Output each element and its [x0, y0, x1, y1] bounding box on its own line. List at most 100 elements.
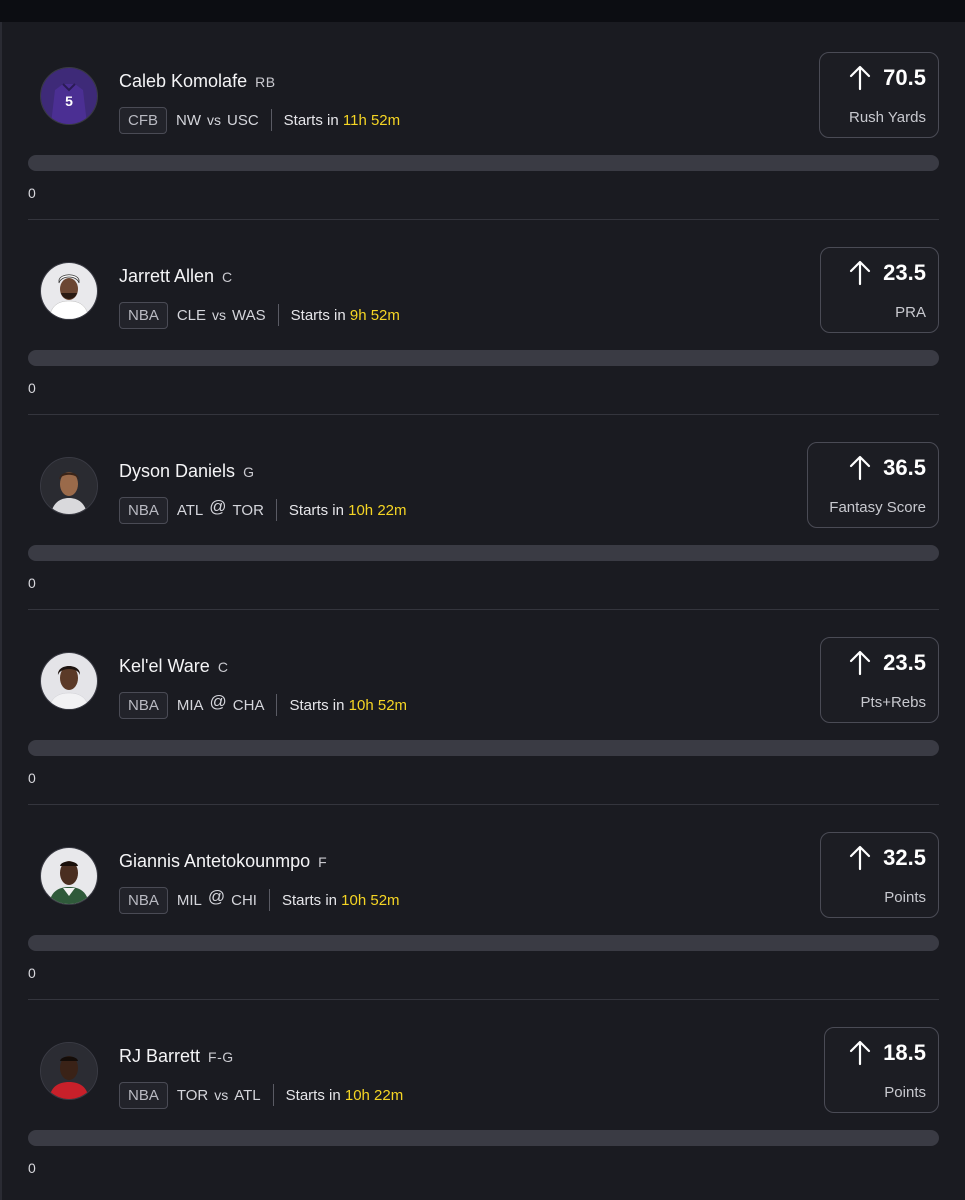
- matchup-separator: @: [207, 887, 226, 906]
- projection-button[interactable]: 36.5 Fantasy Score: [807, 442, 939, 528]
- league-badge: NBA: [119, 1081, 168, 1109]
- stat-type: Points: [884, 1084, 926, 1101]
- starts-label: Starts in: [283, 111, 339, 129]
- stat-type: PRA: [895, 304, 926, 321]
- player-avatar: [40, 652, 98, 710]
- player-position: G: [243, 464, 255, 480]
- start-time: Starts in 10h 22m: [289, 502, 407, 519]
- player-position: C: [222, 269, 233, 285]
- league-badge: NBA: [119, 496, 168, 524]
- projection-button[interactable]: 23.5 Pts+Rebs: [820, 637, 939, 723]
- arrow-up-icon: [850, 260, 871, 286]
- starts-label: Starts in: [288, 501, 344, 519]
- start-time: Starts in 10h 52m: [289, 697, 407, 714]
- player-name: Giannis Antetokounmpo: [119, 851, 311, 871]
- divider: [272, 1084, 274, 1106]
- league-badge: NBA: [119, 301, 168, 329]
- progress-bar: [28, 740, 939, 756]
- team: ATL: [176, 501, 204, 519]
- player-name: Dyson Daniels: [119, 461, 236, 481]
- divider: [270, 109, 272, 131]
- matchup: NW vs USC: [176, 112, 259, 129]
- league-badge: CFB: [119, 106, 167, 134]
- player-avatar: [40, 457, 98, 515]
- matchup-separator: @: [209, 497, 227, 516]
- starts-countdown: 10h 52m: [348, 696, 408, 714]
- player-name: Caleb Komolafe: [119, 71, 248, 91]
- top-bar: [0, 0, 965, 22]
- matchup: MIA @ CHA: [176, 692, 265, 715]
- starts-countdown: 10h 52m: [341, 891, 400, 909]
- divider: [275, 499, 277, 521]
- opponent: CHI: [231, 891, 257, 909]
- matchup-separator: vs: [207, 112, 221, 128]
- arrow-up-icon: [850, 455, 871, 481]
- opponent: WAS: [232, 306, 266, 324]
- matchup: ATL @ TOR: [176, 497, 264, 520]
- arrow-up-icon: [850, 650, 871, 676]
- line-value: 32.5: [883, 845, 926, 870]
- line-value: 70.5: [883, 65, 926, 90]
- stat-type: Rush Yards: [849, 109, 926, 126]
- starts-countdown: 11h 52m: [342, 111, 401, 129]
- starts-label: Starts in: [289, 696, 345, 714]
- matchup: CLE vs WAS: [177, 307, 266, 324]
- player-position: RB: [255, 74, 276, 90]
- progress-bar: [28, 155, 939, 171]
- progress-value: 0: [28, 770, 36, 786]
- progress-bar: [28, 545, 939, 561]
- projection-button[interactable]: 23.5 PRA: [820, 247, 939, 333]
- line-value: 18.5: [883, 1040, 926, 1065]
- projection-button[interactable]: 18.5 Points: [824, 1027, 939, 1113]
- team: TOR: [176, 1086, 209, 1104]
- projection-button[interactable]: 32.5 Points: [820, 832, 939, 918]
- progress-bar: [28, 1130, 939, 1146]
- arrow-up-icon: [850, 845, 871, 871]
- league-badge: NBA: [119, 691, 168, 719]
- start-time: Starts in 9h 52m: [291, 307, 400, 324]
- player-position: F: [318, 854, 328, 870]
- divider: [276, 694, 278, 716]
- starts-countdown: 10h 22m: [348, 501, 407, 519]
- player-name: Jarrett Allen: [119, 266, 215, 286]
- progress-value: 0: [28, 185, 36, 201]
- player-name: RJ Barrett: [119, 1046, 201, 1066]
- opponent: TOR: [232, 501, 264, 519]
- matchup-separator: @: [209, 692, 227, 711]
- stat-type: Pts+Rebs: [860, 694, 926, 711]
- divider: [268, 889, 270, 911]
- matchup-separator: vs: [214, 1087, 229, 1103]
- player-name: Kel'el Ware: [119, 656, 210, 676]
- line-value: 36.5: [883, 455, 926, 480]
- pick-card[interactable]: Giannis Antetokounmpo F NBA MIL @ CHI St…: [0, 805, 965, 1000]
- progress-bar: [28, 935, 939, 951]
- player-avatar: [40, 262, 98, 320]
- matchup: TOR vs ATL: [177, 1087, 261, 1104]
- opponent: USC: [227, 111, 259, 129]
- team: MIA: [176, 696, 204, 714]
- starts-countdown: 9h 52m: [349, 306, 400, 324]
- arrow-up-icon: [850, 65, 871, 91]
- progress-value: 0: [28, 575, 36, 591]
- svg-text:5: 5: [65, 93, 73, 109]
- line-value: 23.5: [883, 260, 926, 285]
- starts-countdown: 10h 22m: [344, 1086, 404, 1104]
- player-position: F-G: [208, 1049, 234, 1065]
- pick-card[interactable]: 5 Caleb Komolafe RB CFB NW vs USC Starts…: [0, 25, 965, 220]
- stat-type: Fantasy Score: [829, 499, 926, 516]
- projection-button[interactable]: 70.5 Rush Yards: [819, 52, 939, 138]
- starts-label: Starts in: [290, 306, 346, 324]
- pick-card[interactable]: Dyson Daniels G NBA ATL @ TOR Starts in …: [0, 415, 965, 610]
- pick-card[interactable]: Jarrett Allen C NBA CLE vs WAS Starts in…: [0, 220, 965, 415]
- line-value: 23.5: [883, 650, 926, 675]
- pick-card[interactable]: Kel'el Ware C NBA MIA @ CHA Starts in 10…: [0, 610, 965, 805]
- team: NW: [176, 111, 201, 129]
- progress-value: 0: [28, 1160, 36, 1176]
- arrow-up-icon: [850, 1040, 871, 1066]
- player-avatar: 5: [40, 67, 98, 125]
- pick-card[interactable]: RJ Barrett F-G NBA TOR vs ATL Starts in …: [0, 1000, 965, 1195]
- player-avatar: [40, 1042, 98, 1100]
- matchup-separator: vs: [212, 307, 227, 323]
- player-avatar: [40, 847, 98, 905]
- team: CLE: [176, 306, 207, 324]
